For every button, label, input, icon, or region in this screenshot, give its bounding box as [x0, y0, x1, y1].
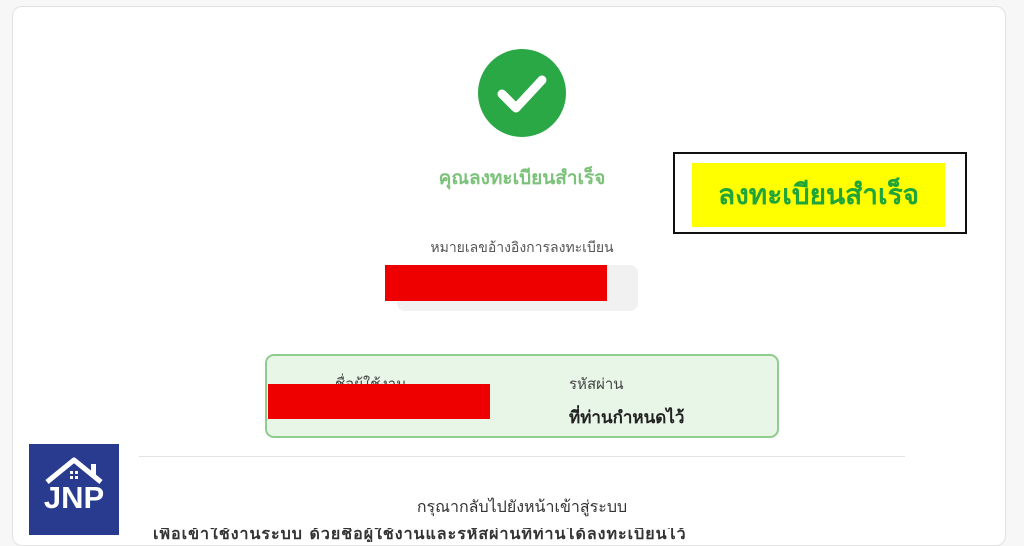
registration-success-card: คุณลงทะเบียนสำเร็จ ลงทะเบียนสำเร็จ หมายเ… [12, 6, 1006, 546]
check-circle-icon [478, 49, 566, 137]
divider [139, 456, 905, 457]
annotation-text: ลงทะเบียนสำเร็จ [717, 178, 920, 211]
instructions-text: เพื่อเข้าใช้งานระบบ ด้วยชื่อผู้ใช้งานและ… [153, 528, 883, 542]
return-to-login-text: กรุณากลับไปยังหน้าเข้าสู่ระบบ [416, 497, 628, 516]
reference-number-label: หมายเลขอ้างอิงการลงทะเบียน [430, 240, 614, 256]
password-label: รหัสผ่าน [569, 375, 624, 393]
jnp-logo: JNP [29, 444, 119, 535]
annotation-callout: ลงทะเบียนสำเร็จ [673, 152, 967, 234]
password-value: ที่ท่านกำหนดไว้ [569, 408, 685, 428]
reference-number-redaction [385, 265, 607, 301]
username-redaction [268, 384, 490, 419]
logo-text: JNP [43, 480, 105, 515]
instructions-text-content: เพื่อเข้าใช้งานระบบ ด้วยชื่อผู้ใช้งานและ… [153, 528, 687, 542]
